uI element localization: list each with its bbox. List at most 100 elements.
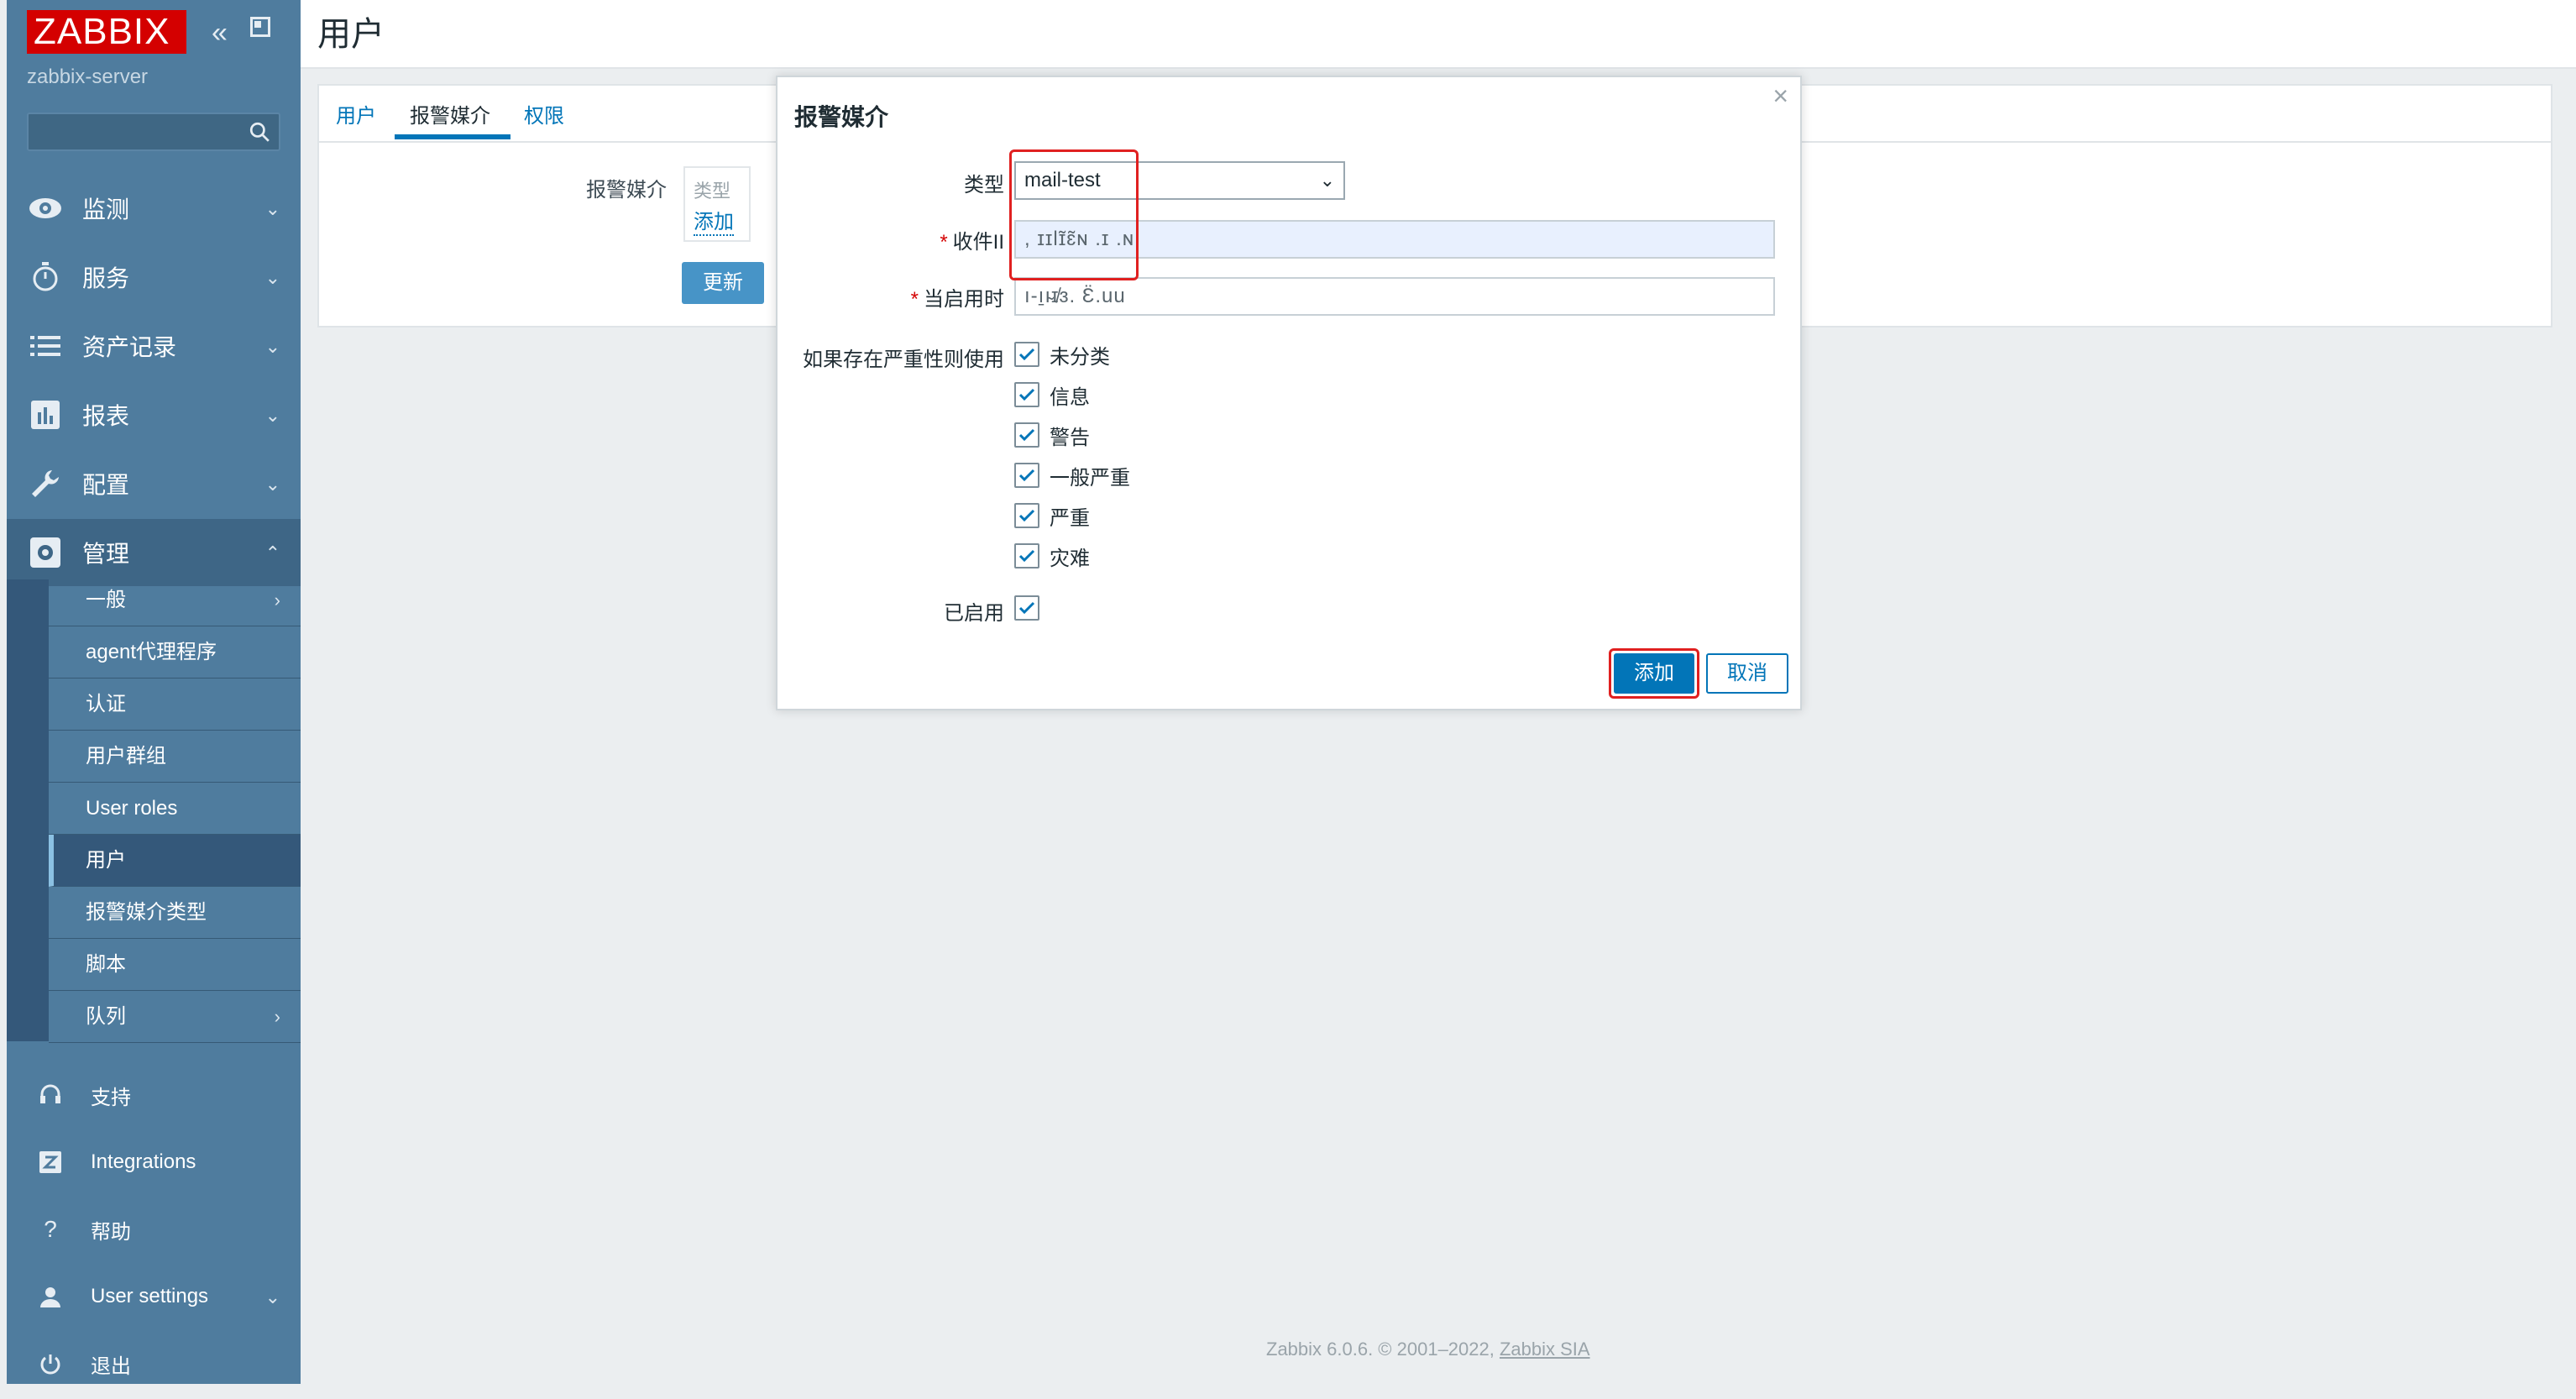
- footer-label: 退出: [91, 1354, 131, 1378]
- submenu-proxies[interactable]: agent代理程序: [49, 626, 301, 679]
- submenu-label: agent代理程序: [86, 641, 217, 663]
- kiosk-mode-icon[interactable]: [250, 17, 270, 37]
- media-table: 类型 添加: [683, 166, 751, 242]
- list-icon: [29, 329, 62, 363]
- page-footer: Zabbix 6.0.6. © 2001–2022, Zabbix SIA: [1266, 1339, 1590, 1360]
- cancel-button[interactable]: 取消: [1706, 653, 1788, 694]
- menu-monitoring[interactable]: 监测 ⌄: [7, 175, 301, 242]
- menu-label: 服务: [82, 265, 130, 291]
- submenu-label: 队列: [86, 1005, 126, 1028]
- media-type-header: 类型: [694, 181, 731, 202]
- collapse-sidebar-icon[interactable]: «: [212, 17, 228, 50]
- submenu-authentication[interactable]: 认证: [49, 679, 301, 731]
- server-name: zabbix-server: [27, 65, 149, 88]
- zabbix-sia-link[interactable]: Zabbix SIA: [1500, 1339, 1590, 1360]
- checkbox-label: 灾难: [1050, 547, 1090, 570]
- tab-permissions[interactable]: 权限: [524, 99, 564, 128]
- period-input[interactable]: ı-ı̱ı̴ɪ̸ɜ. Ɛ̈.uu: [1014, 277, 1775, 316]
- footer-integrations[interactable]: Integrations: [7, 1129, 301, 1196]
- submenu-label: 报警媒介类型: [86, 901, 207, 924]
- sidebar: ZABBIX « zabbix-server 监测 ⌄ 服务 ⌄ 资产记录 ⌄ …: [7, 0, 301, 1384]
- annotation-highlight-add: [1609, 648, 1699, 699]
- submenu-indent: [7, 579, 49, 1041]
- chevron-right-icon: ›: [274, 1006, 280, 1027]
- annotation-highlight-type: [1009, 149, 1139, 280]
- checkbox[interactable]: [1014, 382, 1039, 407]
- submenu-users[interactable]: 用户: [49, 835, 301, 887]
- copyright-text: Zabbix 6.0.6. © 2001–2022,: [1266, 1339, 1500, 1360]
- period-label: * 当启用时: [861, 282, 1004, 312]
- chevron-right-icon: ›: [274, 589, 280, 610]
- enabled-toggle[interactable]: [1014, 595, 1050, 621]
- submenu-general[interactable]: 一般 ›: [49, 574, 301, 626]
- media-dialog: 报警媒介 × 类型 mail-test ⌄ * 收件II , ɪɪlɪ̃ɛ̃ɴ .…: [776, 76, 1802, 710]
- checkbox[interactable]: [1014, 342, 1039, 367]
- close-icon[interactable]: ×: [1772, 81, 1788, 112]
- clock-icon: [29, 260, 62, 294]
- media-field-label: 报警媒介: [586, 179, 667, 202]
- severity-label: 如果存在严重性则使用: [794, 343, 1004, 372]
- menu-inventory[interactable]: 资产记录 ⌄: [7, 312, 301, 380]
- checkbox[interactable]: [1014, 422, 1039, 448]
- footer-label: 帮助: [91, 1220, 131, 1244]
- chevron-down-icon: ⌄: [1319, 170, 1335, 191]
- footer-user-settings[interactable]: User settings ⌄: [7, 1263, 301, 1330]
- severity-warning[interactable]: 警告: [1014, 422, 1090, 449]
- submenu-label: 一般: [86, 589, 126, 611]
- severity-not-classified[interactable]: 未分类: [1014, 341, 1110, 369]
- checkbox[interactable]: [1014, 595, 1039, 621]
- submenu-user-roles[interactable]: User roles: [49, 783, 301, 835]
- tab-user[interactable]: 用户: [336, 99, 376, 128]
- submenu-user-groups[interactable]: 用户群组: [49, 731, 301, 783]
- checkbox[interactable]: [1014, 463, 1039, 488]
- search-icon[interactable]: [249, 121, 270, 143]
- submenu-scripts[interactable]: 脚本: [49, 939, 301, 991]
- submenu-label: 脚本: [86, 953, 126, 976]
- menu-services[interactable]: 服务 ⌄: [7, 244, 301, 311]
- menu-label: 监测: [82, 196, 130, 223]
- headset-icon: [37, 1082, 64, 1108]
- page-header: 用户: [301, 0, 2576, 69]
- user-icon: [37, 1283, 64, 1310]
- submenu-label: 认证: [86, 693, 126, 715]
- zabbix-logo[interactable]: ZABBIX: [27, 10, 186, 54]
- menu-configuration[interactable]: 配置 ⌄: [7, 450, 301, 517]
- page-title: 用户: [317, 16, 385, 53]
- chevron-down-icon: ⌄: [264, 336, 280, 357]
- chevron-down-icon: ⌄: [264, 198, 280, 219]
- update-button[interactable]: 更新: [682, 262, 764, 304]
- submenu-media-types[interactable]: 报警媒介类型: [49, 887, 301, 939]
- gear-icon: [29, 536, 62, 569]
- footer-sign-out[interactable]: 退出: [7, 1330, 301, 1397]
- submenu-label: 用户群组: [86, 745, 166, 768]
- severity-average[interactable]: 一般严重: [1014, 462, 1130, 490]
- checkbox[interactable]: [1014, 543, 1039, 569]
- tab-media[interactable]: 报警媒介: [410, 99, 490, 128]
- footer-support[interactable]: 支持: [7, 1061, 301, 1129]
- z-icon: [37, 1149, 64, 1176]
- wrench-icon: [29, 467, 62, 500]
- question-icon: ?: [44, 1216, 57, 1242]
- enabled-label-text: 已启用: [944, 602, 1004, 625]
- severity-disaster[interactable]: 灾难: [1014, 542, 1090, 570]
- severity-high[interactable]: 严重: [1014, 502, 1090, 530]
- checkbox[interactable]: [1014, 503, 1039, 528]
- recipient-label-text: 收件II: [952, 231, 1004, 254]
- period-label-text: 当启用时: [924, 288, 1004, 311]
- severity-information[interactable]: 信息: [1014, 381, 1090, 409]
- type-label: 类型: [912, 168, 1004, 197]
- search-input[interactable]: [27, 113, 280, 151]
- recipient-label: * 收件II: [861, 225, 1004, 254]
- menu-label: 配置: [82, 472, 130, 498]
- add-media-link[interactable]: 添加: [694, 205, 734, 236]
- type-label-text: 类型: [964, 174, 1004, 196]
- chevron-down-icon: ⌄: [264, 1286, 280, 1307]
- menu-reports[interactable]: 报表 ⌄: [7, 381, 301, 448]
- footer-help[interactable]: ? 帮助: [7, 1196, 301, 1263]
- required-asterisk: *: [940, 231, 948, 254]
- menu-label: 资产记录: [82, 334, 177, 360]
- submenu-queue[interactable]: 队列 ›: [49, 991, 301, 1043]
- footer-label: User settings: [91, 1285, 209, 1307]
- submenu-label: 用户: [86, 849, 126, 872]
- submenu-label: User roles: [86, 797, 178, 820]
